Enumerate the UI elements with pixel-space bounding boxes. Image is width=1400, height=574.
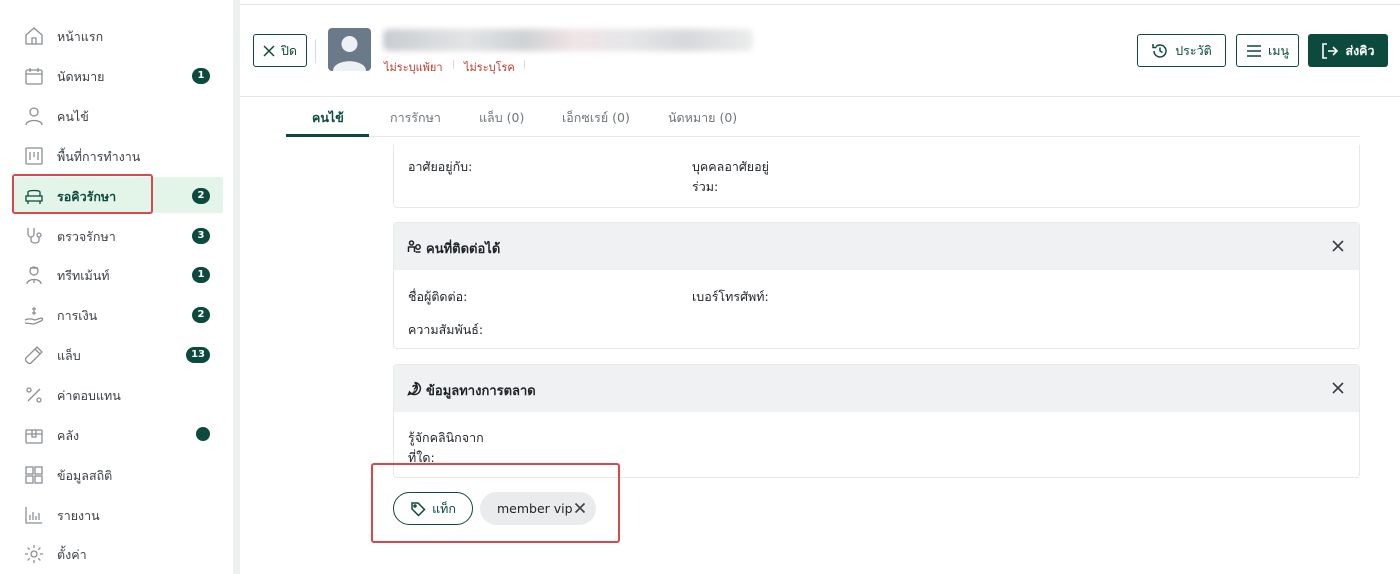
send-queue-button-label: ส่งคิว [1345,42,1375,58]
patient-header: ปิด ไม่ระบุแพ้ยา ไม่ระบุโรค ประวัติ เมนู… [240,5,1400,97]
tab-lab[interactable]: แล็บ (0) [479,108,524,128]
close-button[interactable]: ปิด [253,34,307,67]
bar-chart-icon [23,504,45,526]
sidebar-item-label: ตรวจรักษา [57,229,116,244]
tag-separator [524,60,525,69]
highlight-box-sidebar [12,174,153,214]
close-icon[interactable] [1331,381,1345,395]
sidebar-item-statistics[interactable]: ข้อมูลสถิติ [14,456,223,492]
menu-button-label: เมนู [1267,42,1290,58]
patient-tabs: คนไข้ การรักษา แล็บ (0) เอ็กซเรย์ (0) นั… [240,98,1400,136]
contact-name-label: ชื่อผู้ติดต่อ: [408,289,468,304]
count-badge: 1 [192,68,210,84]
sidebar-item-label: คลัง [57,428,80,443]
highlight-box-tags [371,463,620,543]
sidebar-divider [233,0,240,574]
box-icon [23,424,45,446]
sidebar-item-patients[interactable]: คนไข้ [14,97,223,133]
sidebar-item-label: การเงิน [57,308,98,323]
count-badge: 13 [186,347,210,363]
tabs-divider [286,136,1360,137]
history-icon [1152,43,1167,58]
sidebar-item-label: ข้อมูลสถิติ [57,468,113,483]
sidebar-item-label: หน้าแรก [57,29,104,44]
history-button[interactable]: ประวัติ [1137,34,1226,67]
test-tube-icon [23,344,45,366]
sidebar: หน้าแรก นัดหมาย 1 คนไข้ พื้นที่การทำงาน … [0,0,233,574]
clinic-source-label-line1: รู้จักคลินิกจาก [408,430,484,445]
sidebar-item-label: ทรีทเม้นท์ [57,268,110,283]
sidebar-item-compensation[interactable]: ค่าตอบแทน [14,376,223,412]
percent-icon [23,384,45,406]
header-separator [315,39,316,63]
chat-question-icon [407,381,422,396]
user-placeholder-icon [333,36,366,71]
cohabitant-label-line2: ร่วม: [692,179,719,194]
sidebar-item-label: คนไข้ [57,109,89,124]
tab-treatment[interactable]: การรักษา [390,108,441,128]
marketing-card-header: ข้อมูลทางการตลาด [394,365,1359,412]
avatar[interactable] [328,28,371,71]
count-badge: 2 [192,307,210,323]
tag-separator [453,60,454,69]
count-badge: 2 [192,188,210,204]
lives-with-label: อาศัยอยู่กับ: [408,159,473,174]
exit-arrow-icon [1322,42,1339,59]
marketing-card: ข้อมูลทางการตลาด รู้จักคลินิกจาก ที่ใด: [393,364,1360,478]
sidebar-item-treatment[interactable]: ทรีทเม้นท์ 1 [14,256,223,292]
calendar-icon [23,65,45,87]
contact-card: คนที่ติดต่อได้ ชื่อผู้ติดต่อ: เบอร์โทรศั… [393,222,1360,349]
sidebar-item-label: ตั้งค่า [57,547,87,562]
doctor-icon [23,264,45,286]
relationship-label: ความสัมพันธ์: [408,322,484,337]
home-icon [23,25,45,47]
sidebar-item-appointments[interactable]: นัดหมาย 1 [14,57,223,93]
history-button-label: ประวัติ [1175,42,1212,58]
send-queue-button[interactable]: ส่งคิว [1308,34,1388,67]
allergy-status: ไม่ระบุแพ้ยา [384,61,443,74]
grid-icon [23,464,45,486]
sidebar-item-finance[interactable]: การเงิน 2 [14,296,223,332]
contact-card-title: คนที่ติดต่อได้ [426,242,501,257]
sidebar-item-inventory[interactable]: คลัง [14,416,223,452]
close-icon [263,44,275,57]
status-dot [196,427,210,441]
sidebar-item-label: รายงาน [57,508,100,523]
sidebar-item-reports[interactable]: รายงาน [14,496,223,532]
sidebar-item-workspace[interactable]: พื้นที่การทำงาน [14,137,223,173]
tab-patient[interactable]: คนไข้ [312,108,344,128]
sidebar-item-label: พื้นที่การทำงาน [57,149,141,164]
residence-card: อาศัยอยู่กับ: บุคคลอาศัยอยู่ ร่วม: [393,145,1360,208]
sidebar-item-label: แล็บ [57,348,81,363]
user-icon [23,105,45,127]
cohabitant-label-line1: บุคคลอาศัยอยู่ [692,159,769,174]
patient-name-blurred [383,29,753,51]
sidebar-item-lab[interactable]: แล็บ 13 [14,336,223,372]
menu-button[interactable]: เมนู [1236,34,1299,67]
disease-status: ไม่ระบุโรค [464,61,515,74]
tab-appointment[interactable]: นัดหมาย (0) [668,108,737,128]
marketing-card-title: ข้อมูลทางการตลาด [426,384,536,399]
sidebar-item-examination[interactable]: ตรวจรักษา 3 [14,217,223,253]
sidebar-item-label: ค่าตอบแทน [57,388,121,403]
contact-people-icon [407,239,422,254]
tab-active-indicator [286,134,369,137]
count-badge: 3 [192,228,210,244]
money-hand-icon [23,304,45,326]
hamburger-icon [1246,44,1261,57]
gear-icon [23,543,45,565]
sidebar-item-label: นัดหมาย [57,69,105,84]
close-icon[interactable] [1331,239,1345,253]
sidebar-item-home[interactable]: หน้าแรก [14,17,223,53]
close-button-label: ปิด [280,42,298,58]
workspace-icon [23,145,45,167]
tab-xray[interactable]: เอ็กซเรย์ (0) [562,108,630,128]
sidebar-item-settings[interactable]: ตั้งค่า [14,535,223,571]
count-badge: 1 [192,267,210,283]
contact-card-header: คนที่ติดต่อได้ [394,223,1359,270]
stethoscope-icon [23,225,45,247]
phone-label: เบอร์โทรศัพท์: [692,289,769,304]
